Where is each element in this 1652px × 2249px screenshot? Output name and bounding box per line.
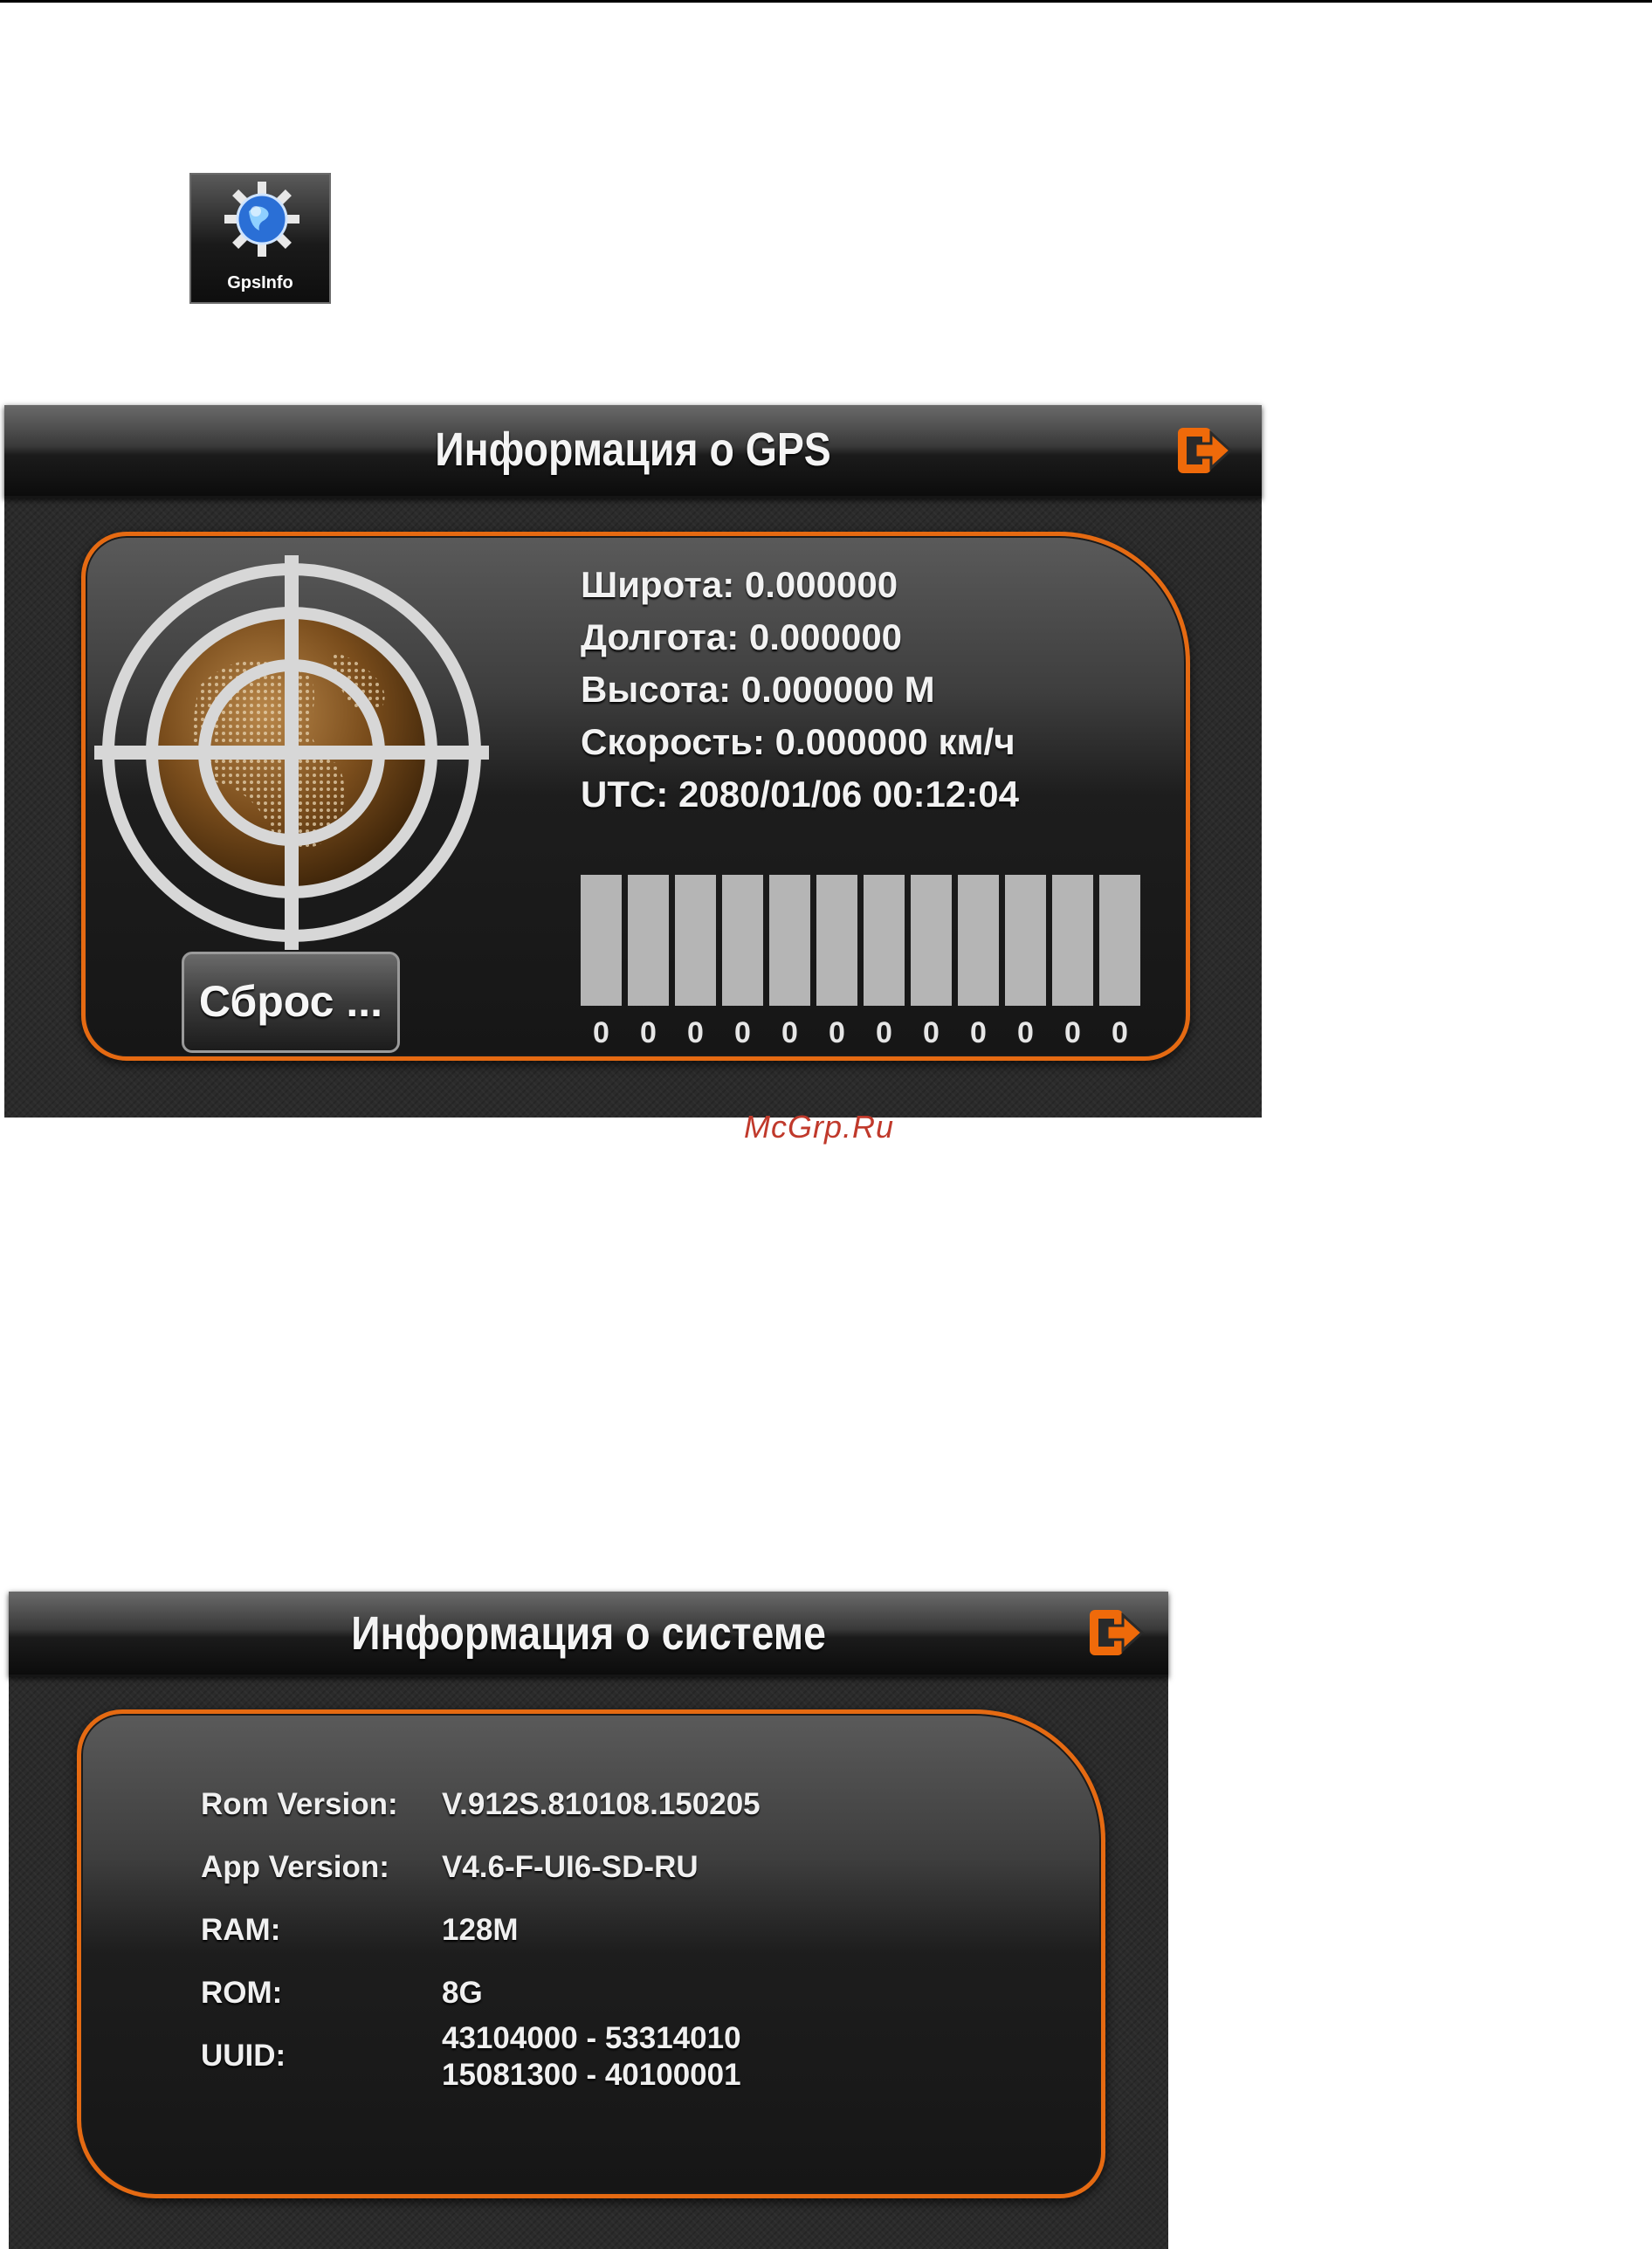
app-icon-label: GpsInfo <box>227 273 293 292</box>
watermark: McGrp.Ru <box>744 1109 895 1145</box>
satellite-bar-label-3: 0 <box>687 1016 704 1049</box>
rom-label: ROM: <box>201 1976 283 2010</box>
gps-page-title: Информация о GPS <box>435 423 831 476</box>
satellite-bar-1 <box>581 875 622 1006</box>
satellite-bar-3 <box>675 875 716 1006</box>
satellite-bar-7 <box>864 875 905 1006</box>
system-info-panel <box>77 1709 1105 2198</box>
satellite-bar-12 <box>1099 875 1140 1006</box>
uuid-value-line1: 43104000 - 53314010 <box>442 2021 741 2055</box>
reset-button[interactable]: Сброс ... <box>182 952 400 1053</box>
satellite-bar-6 <box>816 875 857 1006</box>
app-version-value: V4.6-F-UI6-SD-RU <box>442 1850 699 1884</box>
satellite-bar-label-2: 0 <box>640 1016 657 1049</box>
satellite-bar-5 <box>769 875 810 1006</box>
rom-version-value: V.912S.810108.150205 <box>442 1787 761 1821</box>
satellite-bar-label-12: 0 <box>1112 1016 1128 1049</box>
system-page-title: Информация о системе <box>351 1607 826 1660</box>
exit-icon[interactable] <box>1174 423 1232 478</box>
uuid-value-line2: 15081300 - 40100001 <box>442 2058 741 2092</box>
satellite-bar-label-6: 0 <box>829 1016 845 1049</box>
satellite-bar-8 <box>911 875 952 1006</box>
satellite-bar-4 <box>722 875 763 1006</box>
uuid-label: UUID: <box>201 2039 286 2073</box>
satellite-bar-label-5: 0 <box>781 1016 798 1049</box>
system-info-screen: Информация о системе Rom Version: V.912S… <box>9 1592 1168 2249</box>
satellite-bar-10 <box>1005 875 1046 1006</box>
gps-titlebar: Информация о GPS <box>4 405 1262 499</box>
satellite-bar-label-10: 0 <box>1017 1016 1034 1049</box>
gpsinfo-app-icon[interactable]: GpsInfo <box>189 173 331 304</box>
rom-version-label: Rom Version: <box>201 1787 398 1821</box>
rom-value: 8G <box>442 1976 483 2010</box>
gps-info-screen: Информация о GPS Широта: 0.000000 Долгот… <box>4 405 1262 1118</box>
satellite-signal-bars <box>581 875 1148 1006</box>
satellite-bar-label-11: 0 <box>1064 1016 1081 1049</box>
globe-crosshair-icon <box>94 555 489 950</box>
speed-text: Скорость: 0.000000 км/ч <box>581 721 1015 762</box>
system-titlebar: Информация о системе <box>9 1592 1168 1677</box>
latitude-text: Широта: 0.000000 <box>581 564 898 605</box>
satellite-bar-11 <box>1052 875 1093 1006</box>
exit-icon[interactable] <box>1086 1605 1144 1661</box>
satellite-bar-9 <box>958 875 999 1006</box>
app-version-label: App Version: <box>201 1850 389 1884</box>
globe-gear-icon <box>224 182 299 257</box>
utc-text: UTC: 2080/01/06 00:12:04 <box>581 774 1019 815</box>
altitude-text: Высота: 0.000000 М <box>581 669 935 710</box>
satellite-bar-label-8: 0 <box>923 1016 940 1049</box>
satellite-bar-label-9: 0 <box>970 1016 987 1049</box>
longitude-text: Долгота: 0.000000 <box>581 616 903 657</box>
page-top-rule <box>0 0 1652 3</box>
ram-value: 128M <box>442 1913 519 1947</box>
satellite-bar-label-7: 0 <box>876 1016 892 1049</box>
satellite-bar-label-1: 0 <box>593 1016 609 1049</box>
ram-label: RAM: <box>201 1913 281 1947</box>
satellite-bar-label-4: 0 <box>734 1016 751 1049</box>
satellite-bar-2 <box>628 875 669 1006</box>
